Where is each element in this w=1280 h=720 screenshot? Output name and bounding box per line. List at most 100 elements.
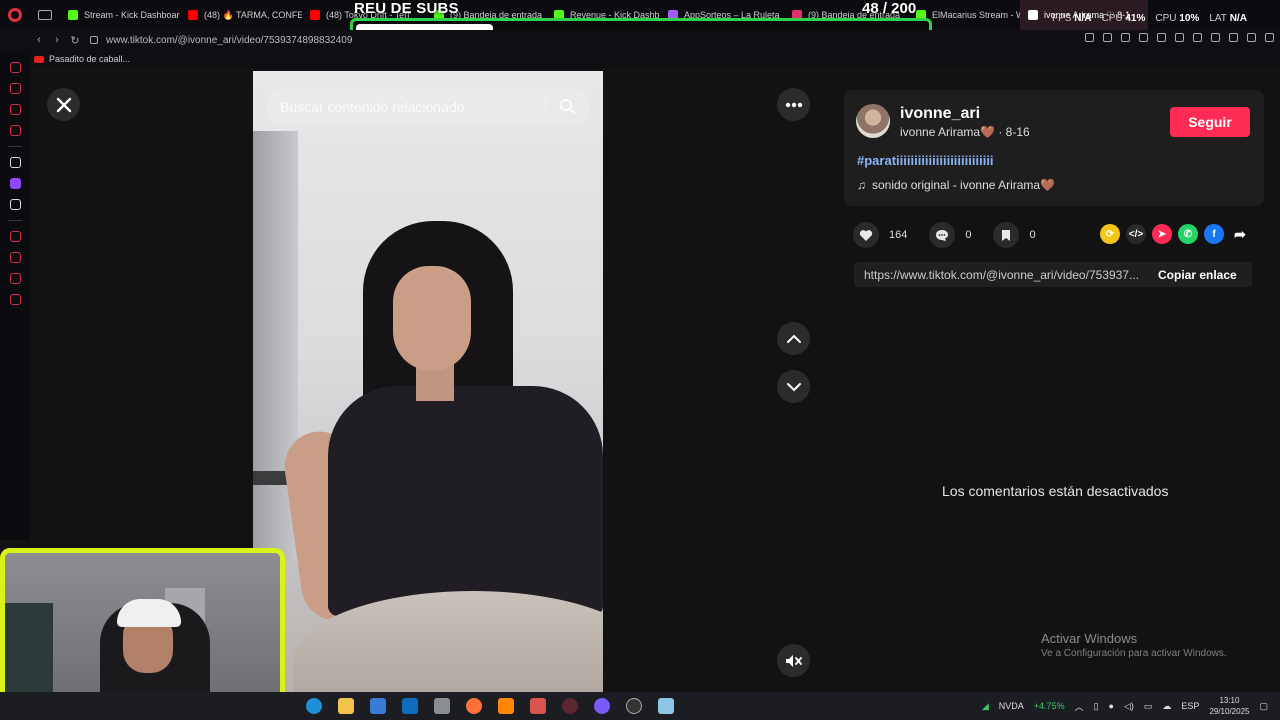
comment-button[interactable] — [929, 222, 956, 248]
post-hashtag[interactable]: #paratiiiiiiiiiiiiiiiiiiiiiiiiiii — [857, 153, 994, 168]
like-button[interactable] — [853, 222, 879, 248]
battery-icon[interactable]: ▯ — [1094, 701, 1099, 712]
video-scene-person-shirt — [328, 386, 603, 616]
snapshot-icon[interactable] — [1121, 33, 1130, 42]
zoom-icon[interactable] — [1085, 33, 1094, 42]
opera-logo-icon[interactable] — [0, 0, 30, 30]
sidebar-history-icon[interactable] — [9, 252, 21, 263]
volume-icon[interactable]: ◁) — [1124, 701, 1134, 712]
network-icon[interactable]: ▭ — [1144, 701, 1153, 712]
share-arrow-icon[interactable]: ➦ — [1230, 224, 1250, 244]
vlc-icon[interactable] — [498, 698, 514, 714]
sidebar-kick-icon[interactable] — [9, 157, 21, 168]
microphone-icon[interactable]: ● — [1109, 701, 1114, 711]
cloud-icon[interactable]: ☁ — [1162, 701, 1171, 712]
browser-tab[interactable]: Stream - Kick Dashboard — [60, 0, 180, 30]
close-video-button[interactable] — [47, 88, 80, 121]
save-button[interactable] — [993, 222, 1020, 248]
windows-taskbar: ◢ NVDA +4.75% ︿ ▯ ● ◁) ▭ ☁ ESP 13:10 29/… — [0, 692, 1280, 720]
search-divider — [545, 97, 546, 116]
extensions-icon[interactable] — [1211, 33, 1220, 42]
subs-goal-label: REU DE SUBS — [354, 0, 459, 17]
post-username[interactable]: ivonne_ari — [900, 105, 980, 123]
obs-icon[interactable] — [626, 698, 642, 714]
firefox-icon[interactable] — [466, 698, 482, 714]
video-player[interactable] — [253, 71, 603, 692]
back-icon[interactable]: ‹ — [30, 34, 48, 46]
stock-change: +4.75% — [1033, 701, 1065, 711]
sidebar-aria-icon[interactable] — [9, 125, 21, 136]
post-actions: 164 0 0 — [853, 222, 1048, 248]
settings-app-icon[interactable] — [434, 698, 450, 714]
profile-icon[interactable] — [1229, 33, 1238, 42]
heart-icon[interactable] — [1193, 33, 1202, 42]
sidebar-home-icon[interactable] — [9, 62, 21, 73]
sidebar-twitch-icon[interactable] — [9, 178, 21, 189]
bookmark-icon[interactable] — [1103, 33, 1112, 42]
chevron-down-icon — [786, 382, 801, 391]
screen: Stream - Kick Dashboard (48) 🔥 TARMA, CO… — [0, 0, 1280, 720]
app-icon[interactable] — [530, 698, 546, 714]
download-icon[interactable] — [1247, 33, 1256, 42]
bookmark-item[interactable]: Pasadito de caball... — [49, 54, 130, 64]
follow-button[interactable]: Seguir — [1170, 107, 1250, 137]
menu-icon[interactable] — [1265, 33, 1274, 42]
shield-icon[interactable] — [1139, 33, 1148, 42]
file-explorer-icon[interactable] — [338, 698, 354, 714]
language-indicator[interactable]: ESP — [1181, 701, 1199, 711]
previous-video-button[interactable] — [777, 322, 810, 355]
chevron-up-icon[interactable]: ︿ — [1075, 700, 1084, 713]
more-options-button[interactable] — [777, 88, 810, 121]
url-field[interactable]: www.tiktok.com/@ivonne_ari/video/7539374… — [106, 35, 352, 46]
whatsapp-icon[interactable]: ✆ — [1178, 224, 1198, 244]
play-icon[interactable] — [1175, 33, 1184, 42]
sidebar-player-icon[interactable] — [9, 231, 21, 242]
post-date: · 8-16 — [994, 125, 1030, 139]
sidebar-chat-icon[interactable] — [9, 104, 21, 115]
close-icon — [56, 97, 71, 112]
facebook-icon[interactable]: f — [1204, 224, 1224, 244]
sidebar-settings-icon[interactable] — [9, 294, 21, 305]
save-count: 0 — [1029, 229, 1036, 241]
post-sound[interactable]: ♫ sonido original - ivonne Arirama🤎 — [857, 178, 1055, 192]
camera-icon[interactable] — [1157, 33, 1166, 42]
post-nickname-date: ivonne Arirama🤎 · 8-16 — [900, 125, 1030, 139]
send-to-friends-icon[interactable]: ➤ — [1152, 224, 1172, 244]
bookmark-icon — [1002, 229, 1011, 241]
muted-speaker-icon — [785, 654, 802, 667]
copy-link-button[interactable]: Copiar enlace — [1150, 268, 1237, 282]
video-scene-person-face — [393, 266, 471, 371]
subs-goal-count: 48 / 200 — [862, 0, 917, 17]
sidebar-bag-icon[interactable] — [9, 83, 21, 94]
address-bar: ‹ › ↻ www.tiktok.com/@ivonne_ari/video/7… — [0, 30, 1280, 50]
search-icon[interactable] — [559, 98, 576, 115]
windows-activation-subtitle: Ve a Configuración para activar Windows. — [1041, 648, 1227, 659]
clock[interactable]: 13:10 29/10/2025 — [1209, 695, 1249, 717]
mute-button[interactable] — [777, 644, 810, 677]
discord-icon[interactable] — [594, 698, 610, 714]
avatar[interactable] — [856, 104, 890, 138]
opera-taskbar-icon[interactable] — [562, 698, 578, 714]
stock-name[interactable]: NVDA — [999, 701, 1024, 711]
windows-activation-title: Activar Windows — [1041, 631, 1138, 646]
browser-tab[interactable]: (48) 🔥 TARMA, CONFES — [180, 0, 302, 30]
next-video-button[interactable] — [777, 370, 810, 403]
sidebar-divider — [8, 146, 22, 147]
embed-icon[interactable]: </> — [1126, 224, 1146, 244]
repost-icon[interactable]: ⟳ — [1100, 224, 1120, 244]
forward-icon[interactable]: › — [48, 34, 66, 46]
outlook-icon[interactable] — [402, 698, 418, 714]
related-search-input[interactable]: Buscar contenido relacionado — [266, 88, 590, 125]
chevron-up-icon — [786, 334, 801, 343]
store-icon[interactable] — [370, 698, 386, 714]
notepad-icon[interactable] — [658, 698, 674, 714]
sidebar-x-icon[interactable] — [9, 199, 21, 210]
tab-menu-icon[interactable] — [38, 10, 52, 20]
edge-icon[interactable] — [306, 698, 322, 714]
comment-count: 0 — [965, 229, 972, 241]
clock-date: 29/10/2025 — [1209, 707, 1250, 716]
notifications-icon[interactable]: ▢ — [1259, 701, 1268, 712]
post-link[interactable]: https://www.tiktok.com/@ivonne_ari/video… — [854, 268, 1150, 282]
reload-icon[interactable]: ↻ — [66, 34, 84, 47]
sidebar-pin-icon[interactable] — [9, 273, 21, 284]
